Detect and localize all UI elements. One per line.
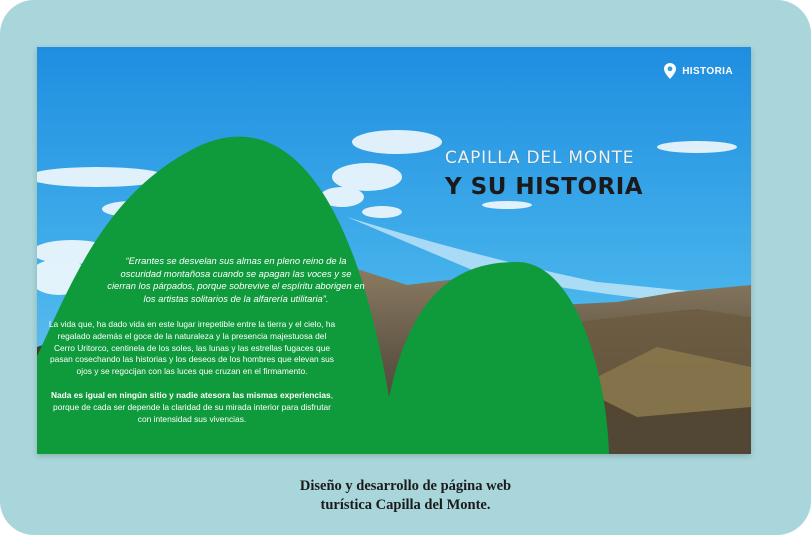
website-screenshot: HISTORIA CAPILLA DEL MONTE Y SU HISTORIA…	[37, 47, 751, 454]
nav-historia-label: HISTORIA	[682, 65, 733, 77]
portfolio-caption: Diseño y desarrollo de página web turíst…	[0, 477, 811, 515]
body-bold-statement: Nada es igual en ningún sitio y nadie at…	[50, 390, 331, 400]
location-pin-icon	[664, 63, 677, 79]
caption-line-1: Diseño y desarrollo de página web	[299, 478, 512, 494]
page-title: CAPILLA DEL MONTE Y SU HISTORIA	[445, 147, 643, 201]
title-line-2: Y SU HISTORIA	[445, 174, 644, 200]
body-paragraph: La vida que, ha dado vida en este lugar …	[48, 319, 336, 377]
title-line-1: CAPILLA DEL MONTE	[445, 148, 635, 168]
caption-line-2: turística Capilla del Monte.	[320, 497, 491, 513]
nav-historia-link[interactable]: HISTORIA	[664, 63, 733, 79]
body-closing-paragraph: Nada es igual en ningún sitio y nadie at…	[47, 390, 337, 425]
quote-text: “Errantes se desvelan sus almas en pleno…	[107, 255, 365, 304]
